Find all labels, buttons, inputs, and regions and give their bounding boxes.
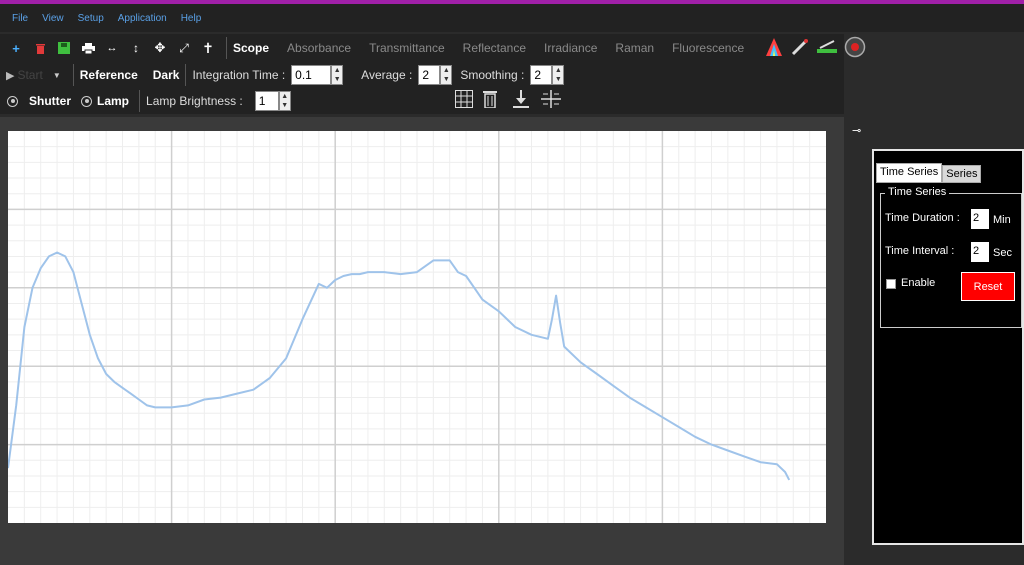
shutter-label[interactable]: Shutter — [29, 94, 71, 108]
spectrum-chart-svg — [7, 131, 826, 523]
down-arrow-icon[interactable]: ▼ — [281, 101, 288, 110]
average-input[interactable]: 2 — [418, 65, 441, 85]
side-panel: ⊸ Time Series Series Time Series Time Du… — [844, 117, 1024, 565]
color-spectrum-icon[interactable] — [764, 36, 784, 63]
mode-irradiance[interactable]: Irradiance — [544, 41, 597, 55]
menu-bar: File View Setup Application Help — [0, 4, 1024, 32]
right-toolbar-icons — [764, 36, 866, 63]
spectrometer-icon[interactable] — [816, 37, 838, 62]
average-stepper[interactable]: 2 ▲ ▼ — [418, 65, 453, 85]
mode-transmittance[interactable]: Transmittance — [369, 41, 445, 55]
chart-area — [0, 117, 844, 565]
menu-application[interactable]: Application — [118, 13, 167, 24]
toolbar-separator — [226, 37, 227, 59]
menu-file[interactable]: File — [12, 13, 28, 24]
reference-button[interactable]: Reference — [80, 68, 138, 82]
lamp-brightness-stepper[interactable]: 1 ▲ ▼ — [254, 91, 291, 111]
shutter-radio[interactable] — [7, 95, 18, 107]
toolbar-separator — [72, 64, 74, 86]
lamp-brightness-arrows[interactable]: ▲ ▼ — [278, 91, 291, 111]
average-label: Average : — [361, 68, 413, 82]
time-series-panel: Time Series Series Time Series Time Dura… — [872, 149, 1024, 545]
time-duration-label: Time Duration : — [885, 212, 960, 224]
expand-icon[interactable]: ⤢ — [172, 36, 196, 60]
integration-time-label: Integration Time : — [192, 68, 286, 82]
menu-setup[interactable]: Setup — [78, 13, 104, 24]
fit-vertical-icon[interactable]: ↕ — [124, 36, 148, 60]
time-series-group: Time Series Time Duration : 2 Min Time I… — [880, 186, 1022, 328]
mode-absorbance[interactable]: Absorbance — [287, 41, 351, 55]
integration-time-input[interactable]: 0.1 — [291, 65, 332, 85]
integration-time-arrows[interactable]: ▲ ▼ — [331, 65, 344, 85]
smoothing-input[interactable]: 2 — [530, 65, 553, 85]
start-button[interactable]: Start — [17, 68, 42, 82]
integration-time-stepper[interactable]: 0.1 ▲ ▼ — [291, 65, 344, 85]
up-arrow-icon[interactable]: ▲ — [555, 66, 562, 75]
time-interval-label: Time Interval : — [885, 245, 955, 257]
menu-view[interactable]: View — [42, 13, 64, 24]
lamp-toolbar: Shutter Lamp Lamp Brightness : 1 ▲ ▼ — [0, 88, 844, 114]
save-icon[interactable] — [52, 36, 76, 60]
pin-icon[interactable]: ⊸ — [852, 124, 861, 137]
smoothing-label: Smoothing : — [460, 68, 525, 82]
panel-tabs: Time Series Series — [876, 163, 982, 183]
reset-button[interactable]: Reset — [961, 272, 1015, 301]
cursor-icon[interactable]: ✝ — [196, 36, 220, 60]
mode-scope[interactable]: Scope — [233, 41, 269, 55]
enable-label: Enable — [901, 277, 936, 289]
smoothing-arrows[interactable]: ▲ ▼ — [552, 65, 565, 85]
time-duration-unit: Min — [993, 214, 1011, 226]
enable-checkbox[interactable] — [886, 279, 896, 289]
lamp-brightness-input[interactable]: 1 — [254, 91, 279, 111]
acquisition-toolbar: ▶ Start ▼ Reference Dark Integration Tim… — [0, 62, 844, 88]
fit-horizontal-icon[interactable]: ↔ — [100, 36, 124, 60]
record-icon[interactable] — [844, 36, 866, 63]
download-icon[interactable] — [512, 89, 529, 113]
mode-reflectance[interactable]: Reflectance — [463, 41, 526, 55]
pen-icon[interactable] — [790, 37, 810, 62]
average-arrows[interactable]: ▲ ▼ — [440, 65, 453, 85]
down-arrow-icon[interactable]: ▼ — [443, 75, 450, 84]
dark-button[interactable]: Dark — [153, 68, 180, 82]
start-dropdown-icon[interactable]: ▼ — [53, 71, 61, 80]
toolbar-separator — [139, 90, 141, 112]
print-icon[interactable] — [76, 36, 100, 60]
spectrum-plot[interactable] — [7, 131, 826, 523]
up-arrow-icon[interactable]: ▲ — [281, 92, 288, 101]
main-toolbar: + ↔ ↕ ✥ ⤢ ✝ Scope Absorbance Transmittan… — [0, 34, 844, 62]
down-arrow-icon[interactable]: ▼ — [334, 75, 341, 84]
up-arrow-icon[interactable]: ▲ — [443, 66, 450, 75]
menu-help[interactable]: Help — [181, 13, 202, 24]
crosshair-icon[interactable] — [540, 89, 561, 113]
pan-icon[interactable]: ✥ — [148, 36, 172, 60]
time-duration-input[interactable]: 2 — [971, 209, 989, 229]
add-icon[interactable]: + — [4, 36, 28, 60]
play-icon[interactable]: ▶ — [6, 69, 14, 82]
up-arrow-icon[interactable]: ▲ — [334, 66, 341, 75]
time-interval-input[interactable]: 2 — [971, 242, 989, 262]
lamp-brightness-label: Lamp Brightness : — [146, 94, 243, 108]
mode-raman[interactable]: Raman — [615, 41, 654, 55]
grid-toggle-icon[interactable] — [454, 89, 473, 113]
clear-icon[interactable] — [482, 90, 497, 113]
time-interval-unit: Sec — [993, 247, 1012, 259]
smoothing-stepper[interactable]: 2 ▲ ▼ — [530, 65, 565, 85]
mode-fluorescence[interactable]: Fluorescence — [672, 41, 744, 55]
lamp-radio[interactable] — [81, 95, 92, 107]
delete-icon[interactable] — [28, 36, 52, 60]
lamp-label[interactable]: Lamp — [97, 94, 129, 108]
tab-series[interactable]: Series — [942, 165, 982, 183]
toolbar-separator — [185, 64, 187, 86]
group-title: Time Series — [885, 186, 950, 198]
tab-time-series[interactable]: Time Series — [876, 163, 943, 183]
down-arrow-icon[interactable]: ▼ — [555, 75, 562, 84]
